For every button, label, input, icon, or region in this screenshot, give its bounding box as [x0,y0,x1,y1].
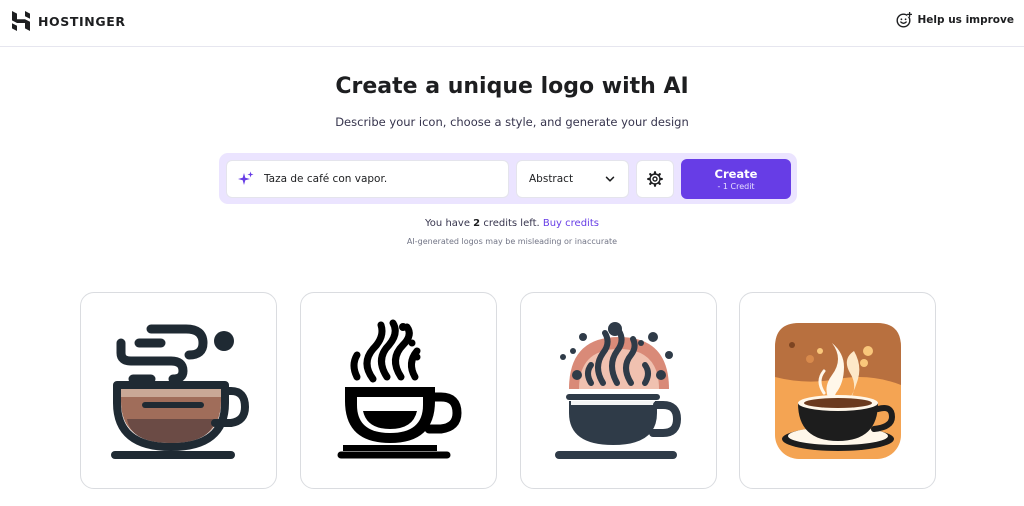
brand-logo[interactable]: HOSTINGER [12,11,126,31]
brand-name: HOSTINGER [38,13,126,29]
settings-button[interactable] [636,160,674,198]
sparkles-icon [238,171,254,185]
prompt-input-wrapper[interactable] [226,160,509,198]
prompt-bar: Abstract Create - 1 Credit [219,153,797,204]
buy-credits-link[interactable]: Buy credits [543,218,599,229]
result-card-2[interactable] [300,292,497,489]
smiley-plus-icon [896,12,912,28]
coffee-cup-orange-app-icon [775,323,901,459]
help-us-improve-label: Help us improve [917,14,1014,26]
coffee-cup-black-icon [337,319,462,459]
page-title: Create a unique logo with AI [335,74,689,99]
credits-suffix: credits left. [480,218,543,229]
credits-info: You have 2 credits left. Buy credits [0,218,1024,229]
ai-disclaimer: AI-generated logos may be misleading or … [406,237,618,246]
coffee-cup-flat-icon [111,324,250,459]
hostinger-logo-icon [12,11,30,31]
result-card-1[interactable] [80,292,277,489]
create-button-label: Create [714,166,758,181]
prompt-input[interactable] [264,173,494,185]
style-select-value: Abstract [529,173,574,185]
coffee-cup-dotted-steam-icon [555,322,682,459]
create-button-cost: - 1 Credit [717,181,755,191]
result-card-3[interactable] [520,292,717,489]
style-select[interactable]: Abstract [516,160,629,198]
help-us-improve-button[interactable]: Help us improve [896,12,1014,28]
chevron-down-icon [605,176,615,182]
page-subtitle: Describe your icon, choose a style, and … [335,115,689,129]
create-button[interactable]: Create - 1 Credit [681,159,791,199]
credits-prefix: You have [425,218,474,229]
result-card-4[interactable] [739,292,936,489]
top-bar: HOSTINGER Help us improve [0,0,1024,47]
gear-icon [647,171,663,187]
